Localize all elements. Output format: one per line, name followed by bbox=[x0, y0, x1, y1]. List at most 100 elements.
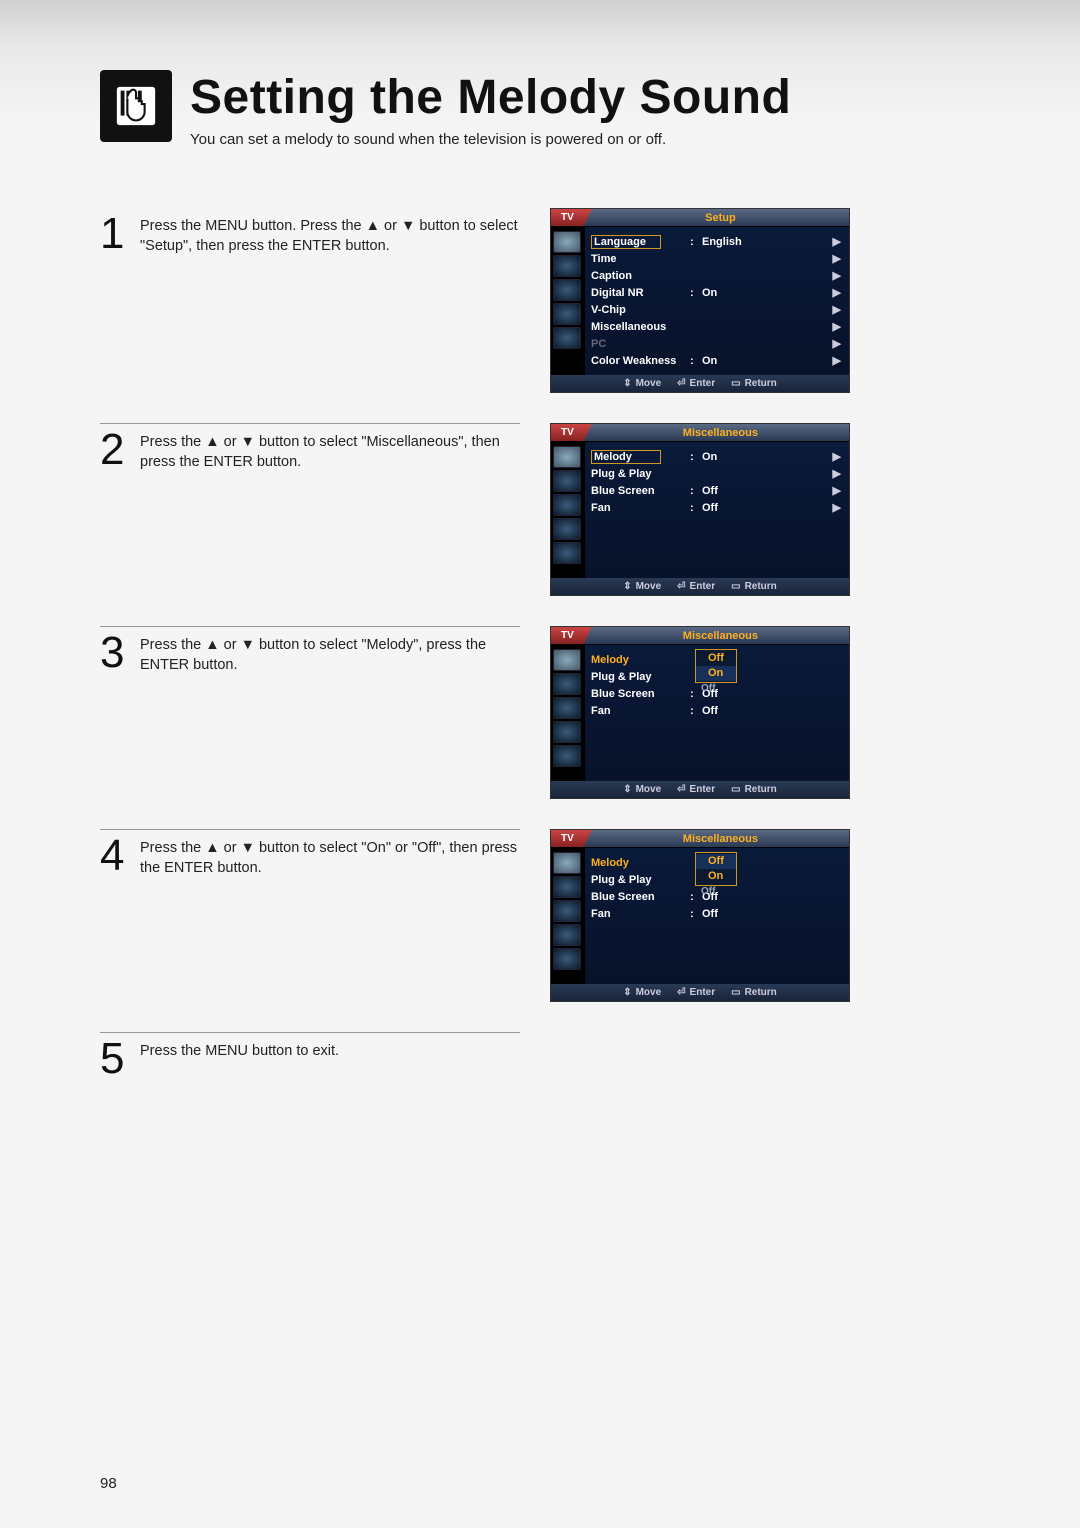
osd-row-key: Plug & Play bbox=[591, 671, 686, 683]
osd-category-icons bbox=[551, 442, 585, 578]
osd-menu-row: Color Weakness:On▶ bbox=[591, 352, 841, 369]
osd-row-key: Blue Screen bbox=[591, 891, 686, 903]
osd-row-key: Fan bbox=[591, 502, 686, 514]
osd-category-icon bbox=[553, 279, 581, 301]
osd-row-key: Miscellaneous bbox=[591, 321, 686, 333]
osd-category-icon bbox=[553, 900, 581, 922]
osd-popup: OffOn bbox=[695, 852, 737, 886]
osd-popup-option: On bbox=[696, 666, 736, 681]
osd-category-icon bbox=[553, 697, 581, 719]
osd-menu-row: Fan:Off bbox=[591, 905, 841, 922]
osd-row-key: Blue Screen bbox=[591, 485, 686, 497]
osd-category-icon bbox=[553, 721, 581, 743]
osd-title: Miscellaneous bbox=[592, 833, 849, 845]
osd-menu: Language:English▶Time▶Caption▶Digital NR… bbox=[585, 227, 849, 375]
osd-category-icon bbox=[553, 649, 581, 671]
osd-menu-row: Blue Screen:Off▶ bbox=[591, 482, 841, 499]
osd-row-value: On bbox=[702, 451, 825, 463]
osd-category-icon bbox=[553, 852, 581, 874]
osd-popup-option: Off bbox=[696, 651, 736, 666]
chevron-right-icon: ▶ bbox=[829, 252, 841, 265]
step-text: Press the ▲ or ▼ button to select "Melod… bbox=[140, 631, 520, 676]
page-number: 98 bbox=[100, 1475, 117, 1492]
osd-footer-return: ▭Return bbox=[731, 987, 777, 998]
osd-title: Miscellaneous bbox=[592, 427, 849, 439]
osd-row-value: Off bbox=[702, 705, 841, 717]
chevron-right-icon: ▶ bbox=[829, 269, 841, 282]
osd-footer-return: ▭Return bbox=[731, 378, 777, 389]
osd-footer-move: ⇕Move bbox=[623, 784, 661, 795]
chevron-right-icon: ▶ bbox=[829, 450, 841, 463]
step-text: Press the ▲ or ▼ button to select "On" o… bbox=[140, 834, 520, 879]
osd-tv-badge: TV bbox=[551, 209, 592, 226]
step-number: 2 bbox=[100, 428, 140, 472]
osd-menu-row: PC ▶ bbox=[591, 335, 841, 352]
osd-footer: ⇕Move ⏎Enter ▭Return bbox=[551, 984, 849, 1001]
osd-menu-row: Fan:Off▶ bbox=[591, 499, 841, 516]
osd-tv-badge: TV bbox=[551, 830, 592, 847]
osd-footer-move: ⇕Move bbox=[623, 987, 661, 998]
osd-category-icons bbox=[551, 227, 585, 375]
osd-menu: Melody:On▶Plug & Play▶Blue Screen:Off▶Fa… bbox=[585, 442, 849, 578]
step-number: 1 bbox=[100, 212, 140, 256]
osd-popup-option: Off bbox=[696, 854, 736, 869]
osd-footer: ⇕Move⏎Enter▭Return bbox=[551, 375, 849, 392]
osd-category-icon bbox=[553, 303, 581, 325]
osd-row-key: Melody bbox=[591, 654, 686, 666]
chevron-right-icon: ▶ bbox=[829, 484, 841, 497]
osd-category-icon bbox=[553, 673, 581, 695]
osd-tv-badge: TV bbox=[551, 424, 592, 441]
osd-footer-enter: ⏎Enter bbox=[677, 378, 715, 389]
osd-footer-enter: ⏎Enter bbox=[677, 581, 715, 592]
step-number: 3 bbox=[100, 631, 140, 675]
osd-menu-row: Fan:Off bbox=[591, 702, 841, 719]
step-text: Press the MENU button. Press the ▲ or ▼ … bbox=[140, 212, 520, 257]
osd-footer-enter: ⏎Enter bbox=[677, 784, 715, 795]
osd-category-icon bbox=[553, 876, 581, 898]
osd-row-key: Melody bbox=[591, 857, 686, 869]
osd-menu: MelodyPlug & PlayBlue Screen:OffFan:OffO… bbox=[585, 645, 849, 781]
osd-row-key: Fan bbox=[591, 705, 686, 717]
osd-row-key: PC bbox=[591, 338, 686, 350]
osd-menu-row: Miscellaneous▶ bbox=[591, 318, 841, 335]
touch-hand-icon bbox=[100, 70, 172, 142]
osd-row-value: Off bbox=[702, 485, 825, 497]
osd-category-icon bbox=[553, 470, 581, 492]
step-text: Press the MENU button to exit. bbox=[140, 1037, 339, 1061]
osd-row-value: On bbox=[702, 355, 825, 367]
osd-menu-row: Caption▶ bbox=[591, 267, 841, 284]
osd-category-icon bbox=[553, 327, 581, 349]
osd-category-icon bbox=[553, 494, 581, 516]
chevron-right-icon: ▶ bbox=[829, 501, 841, 514]
osd-row-key: Plug & Play bbox=[591, 468, 686, 480]
osd-category-icon bbox=[553, 446, 581, 468]
osd-row-key: Time bbox=[591, 253, 686, 265]
chevron-right-icon: ▶ bbox=[829, 303, 841, 316]
osd-menu-row: Blue Screen:Off bbox=[591, 888, 841, 905]
osd-footer-enter: ⏎Enter bbox=[677, 987, 715, 998]
osd-row-key: Color Weakness bbox=[591, 355, 686, 367]
osd-category-icon bbox=[553, 542, 581, 564]
step-number: 4 bbox=[100, 834, 140, 878]
osd-row-value: On bbox=[702, 287, 825, 299]
chevron-right-icon: ▶ bbox=[829, 337, 841, 350]
osd-row-key: Plug & Play bbox=[591, 874, 686, 886]
osd-popup-option: On bbox=[696, 869, 736, 884]
osd-panel: TVMiscellaneousMelodyPlug & PlayBlue Scr… bbox=[550, 626, 850, 799]
osd-menu-row: Melody:On▶ bbox=[591, 448, 841, 465]
chevron-right-icon: ▶ bbox=[829, 354, 841, 367]
step-number: 5 bbox=[100, 1037, 140, 1081]
osd-row-key: Language bbox=[591, 235, 686, 249]
osd-panel: TVMiscellaneousMelody:On▶Plug & Play▶Blu… bbox=[550, 423, 850, 596]
osd-menu-row: Digital NR:On▶ bbox=[591, 284, 841, 301]
osd-row-value: Off bbox=[702, 688, 841, 700]
step-text: Press the ▲ or ▼ button to select "Misce… bbox=[140, 428, 520, 473]
osd-panel: TVMiscellaneous Melody Plug & Play Blue Scr… bbox=[550, 829, 850, 1002]
osd-category-icon bbox=[553, 924, 581, 946]
osd-category-icon bbox=[553, 948, 581, 970]
osd-row-key: Melody bbox=[591, 450, 686, 464]
osd-row-value: Off bbox=[702, 908, 841, 920]
osd-title: Setup bbox=[592, 212, 849, 224]
osd-menu-row: Plug & Play▶ bbox=[591, 465, 841, 482]
osd-category-icon bbox=[553, 518, 581, 540]
